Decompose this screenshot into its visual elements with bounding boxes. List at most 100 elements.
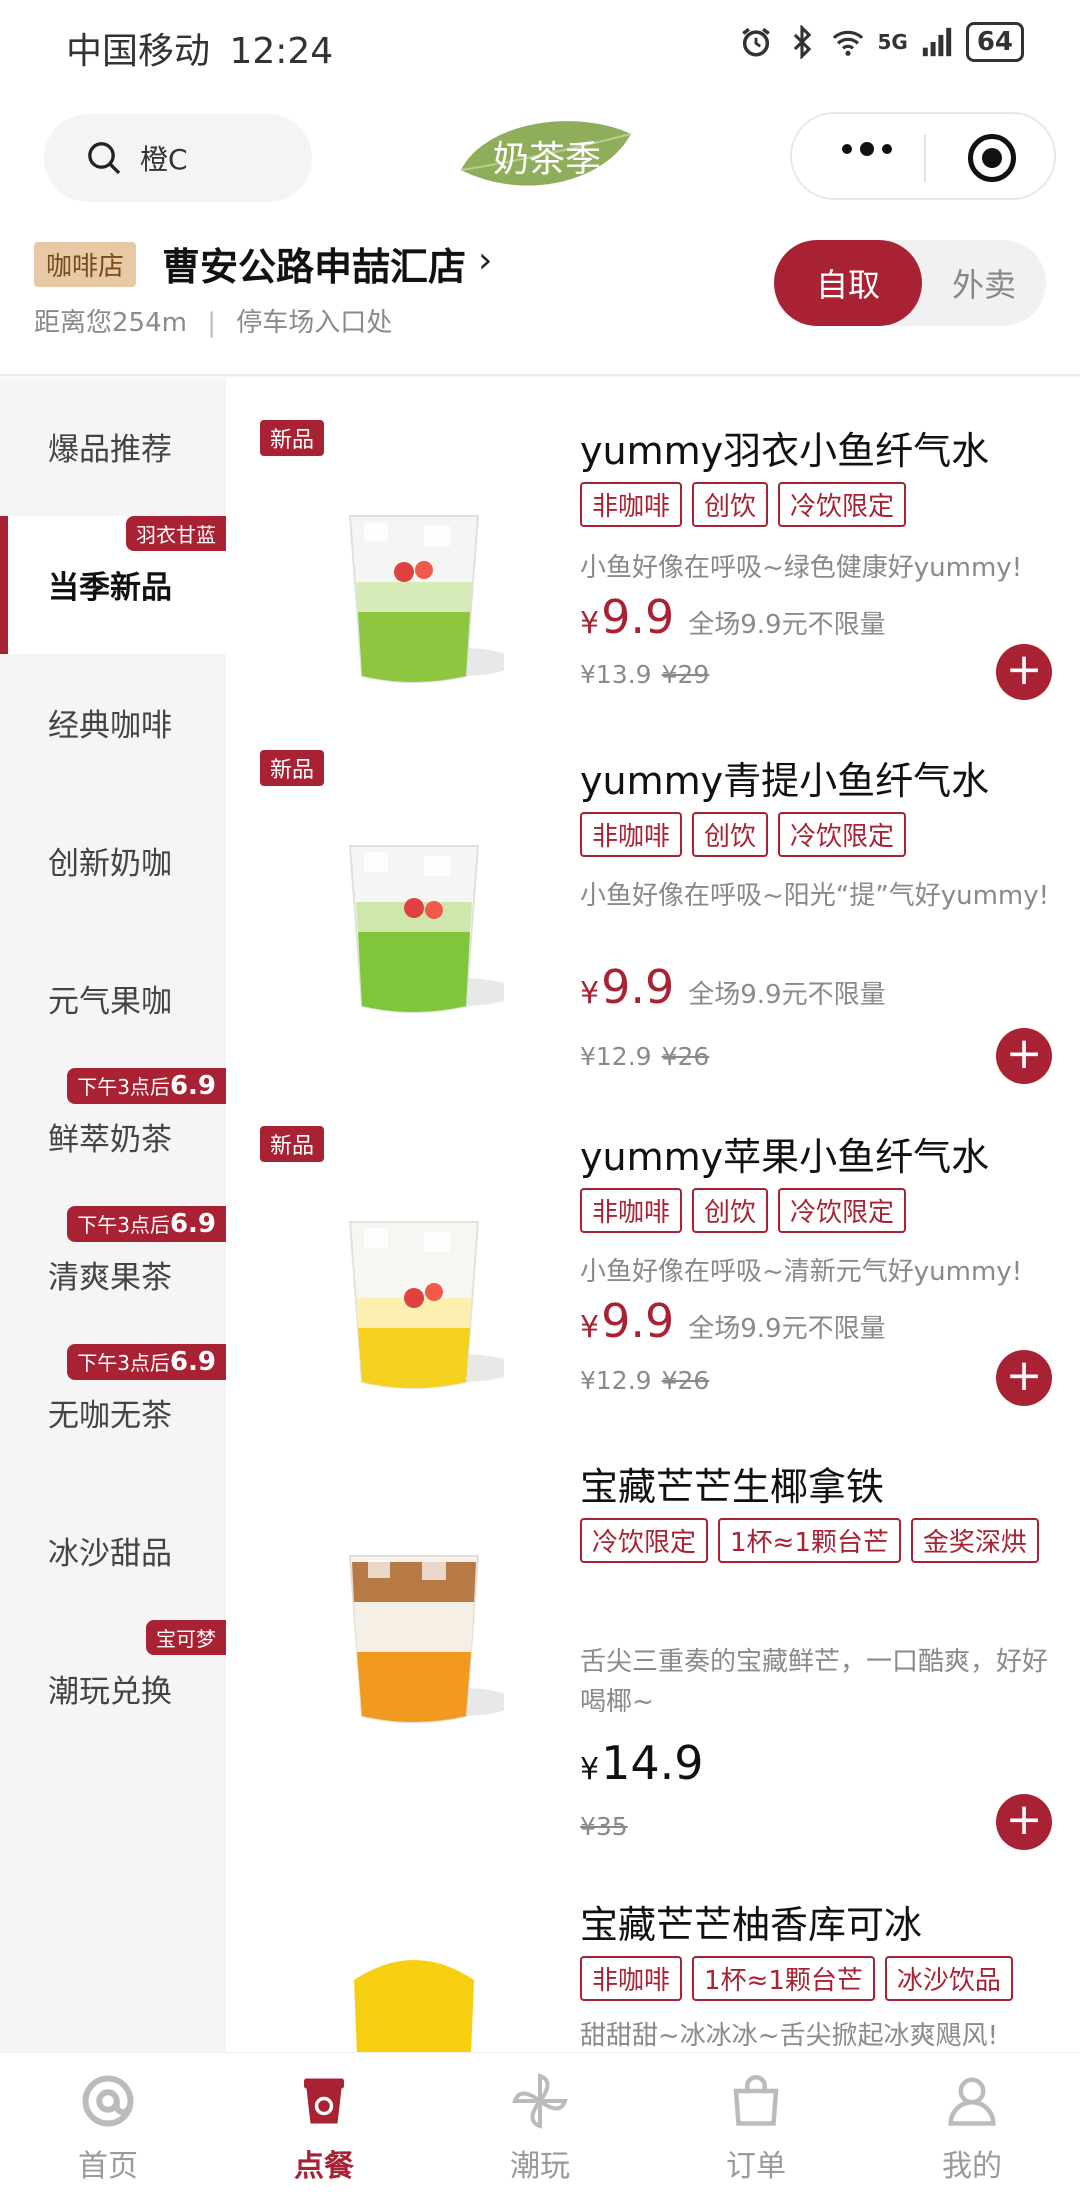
alarm-icon bbox=[742, 27, 771, 57]
carrier: 中国移动 bbox=[66, 31, 211, 72]
order-mode-toggle: 自取 外卖 bbox=[774, 240, 1046, 326]
clock: 12:24 bbox=[229, 31, 334, 72]
add-to-cart-button[interactable]: + bbox=[996, 1028, 1052, 1084]
product-title: yummy羽衣小鱼纤气水 bbox=[580, 429, 990, 473]
product-tags: 非咖啡 1杯≈1颗台芒 冰沙饮品 bbox=[580, 1956, 1060, 2001]
product-card[interactable]: 新品 yummy羽衣小鱼纤气水 非咖啡 创饮 冷饮限定 小鱼好像在呼吸~绿色健康… bbox=[226, 420, 1080, 720]
price-row: ¥14.9 bbox=[580, 1736, 704, 1790]
at-icon bbox=[82, 2075, 134, 2127]
sidebar-item-label: 当季新品 bbox=[48, 570, 172, 606]
sidebar-badge: 下午3点后6.9 bbox=[67, 1068, 226, 1104]
store-name[interactable]: 曹安公路申喆汇店 bbox=[162, 236, 466, 291]
sidebar-item-milk-tea[interactable]: 下午3点后6.9 鲜萃奶茶 bbox=[0, 1068, 226, 1206]
sidebar-item-label: 冰沙甜品 bbox=[48, 1536, 172, 1572]
product-card[interactable]: 新品 yummy青提小鱼纤气水 非咖啡 创饮 冷饮限定 小鱼好像在呼吸~阳光“提… bbox=[226, 750, 1080, 1090]
nav-me[interactable]: 我的 bbox=[864, 2053, 1080, 2204]
product-title: 宝藏芒芒生椰拿铁 bbox=[580, 1465, 885, 1509]
product-price: ¥9.9 bbox=[580, 590, 674, 644]
sidebar-item-smoothie[interactable]: 冰沙甜品 bbox=[0, 1482, 226, 1620]
product-price: ¥14.9 bbox=[580, 1736, 704, 1790]
new-badge: 新品 bbox=[260, 750, 325, 786]
chevron-right-icon[interactable]: › bbox=[478, 240, 492, 281]
store-location: 停车场入口处 bbox=[236, 308, 393, 338]
nav-orders[interactable]: 订单 bbox=[648, 2053, 864, 2204]
sidebar-item-classic-coffee[interactable]: 经典咖啡 bbox=[0, 654, 226, 792]
nav-label: 订单 bbox=[726, 2149, 786, 2184]
product-desc: 舌尖三重奏的宝藏鲜芒，一口酷爽，好好喝椰~ bbox=[580, 1647, 1049, 1717]
search-icon bbox=[88, 142, 121, 175]
new-badge: 新品 bbox=[260, 420, 325, 456]
member-price: ¥12.9 bbox=[580, 1366, 652, 1395]
product-tag: 创饮 bbox=[692, 1188, 769, 1233]
close-target-icon[interactable] bbox=[968, 134, 1016, 182]
member-price: ¥13.9 bbox=[580, 660, 652, 689]
delivery-tab[interactable]: 外卖 bbox=[934, 240, 1034, 326]
sidebar-badge: 宝可梦 bbox=[146, 1620, 226, 1655]
store-sub: 距离您254m | 停车场入口处 bbox=[34, 302, 392, 339]
original-price: ¥26 bbox=[661, 1366, 710, 1395]
status-right: 5G 64 bbox=[739, 22, 1024, 62]
badge-text: 下午3点后 bbox=[77, 1351, 170, 1375]
add-to-cart-button[interactable]: + bbox=[996, 1350, 1052, 1406]
sidebar-item-fruit-tea[interactable]: 下午3点后6.9 清爽果茶 bbox=[0, 1206, 226, 1344]
capsule-divider bbox=[924, 134, 926, 182]
bluetooth-icon bbox=[794, 25, 812, 59]
product-desc: 小鱼好像在呼吸~绿色健康好yummy! bbox=[580, 553, 1023, 583]
sidebar-item-toys[interactable]: 宝可梦 潮玩兑换 bbox=[0, 1620, 226, 1758]
product-tag: 非咖啡 bbox=[580, 1956, 683, 2001]
nav-label: 潮玩 bbox=[510, 2149, 570, 2184]
store-info: 咖啡店 曹安公路申喆汇店 › 距离您254m | 停车场入口处 自取 外卖 bbox=[0, 230, 1080, 380]
product-desc: 甜甜甜~冰冰冰~舌尖掀起冰爽飓风! bbox=[580, 2021, 998, 2051]
product-title: yummy青提小鱼纤气水 bbox=[580, 759, 990, 803]
nav-toys[interactable]: 潮玩 bbox=[432, 2053, 648, 2204]
promo-text: 全场9.9元不限量 bbox=[688, 980, 886, 1010]
product-tag: 冷饮限定 bbox=[778, 1188, 907, 1233]
product-tag: 1杯≈1颗台芒 bbox=[692, 1956, 875, 2001]
sidebar-item-label: 爆品推荐 bbox=[48, 432, 172, 468]
sidebar-badge: 下午3点后6.9 bbox=[67, 1206, 226, 1242]
store-type-tag: 咖啡店 bbox=[34, 242, 137, 287]
sidebar-item-milk-coffee[interactable]: 创新奶咖 bbox=[0, 792, 226, 930]
more-dot bbox=[842, 144, 852, 154]
search-box[interactable]: 橙C bbox=[44, 114, 312, 202]
sidebar-item-new[interactable]: 羽衣甘蓝 当季新品 bbox=[0, 516, 226, 654]
sidebar-item-hot[interactable]: 爆品推荐 bbox=[0, 378, 226, 516]
product-desc: 小鱼好像在呼吸~清新元气好yummy! bbox=[580, 1257, 1023, 1287]
yen-symbol: ¥ bbox=[580, 1310, 600, 1345]
price-row: ¥9.9 全场9.9元不限量 bbox=[580, 960, 886, 1014]
product-card[interactable]: 宝藏芒芒生椰拿铁 冷饮限定 1杯≈1颗台芒 金奖深烘 舌尖三重奏的宝藏鲜芒，一口… bbox=[226, 1456, 1080, 1856]
sidebar-item-label: 创新奶咖 bbox=[48, 846, 172, 882]
sidebar-badge: 下午3点后6.9 bbox=[67, 1344, 226, 1380]
more-button[interactable] bbox=[842, 142, 892, 156]
cup-icon bbox=[304, 2078, 344, 2124]
add-to-cart-button[interactable]: + bbox=[996, 1794, 1052, 1850]
new-badge: 新品 bbox=[260, 1126, 325, 1162]
pickup-tab[interactable]: 自取 bbox=[774, 240, 922, 326]
product-tag: 金奖深烘 bbox=[910, 1518, 1039, 1563]
add-to-cart-button[interactable]: + bbox=[996, 644, 1052, 700]
sidebar-item-no-caffeine[interactable]: 下午3点后6.9 无咖无茶 bbox=[0, 1344, 226, 1482]
original-price: ¥29 bbox=[661, 660, 710, 689]
nav-order[interactable]: 点餐 bbox=[216, 2053, 432, 2204]
product-tag: 1杯≈1颗台芒 bbox=[718, 1518, 901, 1563]
product-tag: 冰沙饮品 bbox=[884, 1956, 1013, 2001]
member-price: ¥12.9 bbox=[580, 1042, 652, 1071]
product-card[interactable]: 宝藏芒芒柚香库可冰 非咖啡 1杯≈1颗台芒 冰沙饮品 甜甜甜~冰冰冰~舌尖掀起冰… bbox=[226, 1894, 1080, 2052]
product-price: ¥9.9 bbox=[580, 1294, 674, 1348]
nav-home[interactable]: 首页 bbox=[0, 2053, 216, 2204]
product-tag: 非咖啡 bbox=[580, 812, 683, 857]
brand-logo: 奶茶季 bbox=[455, 112, 635, 198]
price-value: 9.9 bbox=[601, 960, 675, 1014]
product-tags: 冷饮限定 1杯≈1颗台芒 金奖深烘 bbox=[580, 1518, 1060, 1563]
sidebar-item-label: 经典咖啡 bbox=[48, 708, 172, 744]
product-tag: 创饮 bbox=[692, 482, 769, 527]
nav-label: 首页 bbox=[78, 2149, 138, 2184]
promo-text: 全场9.9元不限量 bbox=[688, 610, 886, 640]
badge-text: 下午3点后 bbox=[77, 1075, 170, 1099]
product-card[interactable]: 新品 yummy苹果小鱼纤气水 非咖啡 创饮 冷饮限定 小鱼好像在呼吸~清新元气… bbox=[226, 1126, 1080, 1426]
sidebar-item-label: 无咖无茶 bbox=[48, 1398, 172, 1434]
nav-label: 点餐 bbox=[294, 2149, 354, 2184]
sidebar-item-fruit-coffee[interactable]: 元气果咖 bbox=[0, 930, 226, 1068]
original-price: ¥35 bbox=[580, 1812, 628, 1841]
sub-separator: | bbox=[207, 308, 216, 338]
